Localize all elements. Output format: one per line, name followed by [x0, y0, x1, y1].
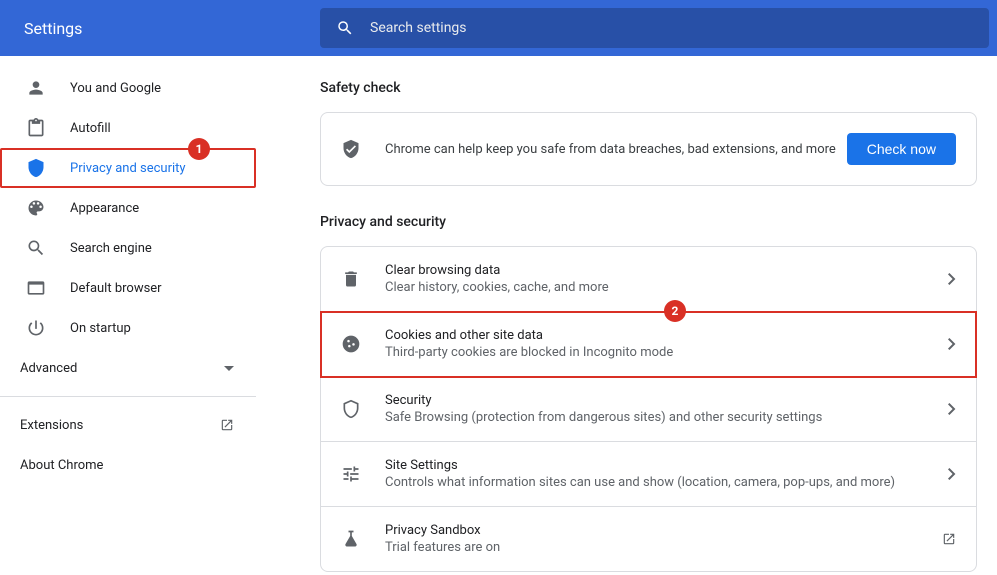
sidebar-item-privacy[interactable]: Privacy and security	[0, 148, 256, 188]
flask-icon	[341, 529, 361, 549]
sidebar-item-label: Autofill	[70, 121, 111, 136]
power-icon	[26, 318, 46, 338]
search-input[interactable]: Search settings	[320, 8, 989, 48]
highlight-1-wrap: Privacy and security 1	[0, 148, 256, 188]
row-sub: Safe Browsing (protection from dangerous…	[385, 410, 948, 425]
clipboard-icon	[26, 118, 46, 138]
browser-icon	[26, 278, 46, 298]
body: You and Google Autofill Privacy and secu…	[0, 56, 997, 575]
about-label: About Chrome	[20, 458, 103, 473]
chevron-right-icon	[948, 468, 956, 480]
palette-icon	[26, 198, 46, 218]
sidebar-item-default-browser[interactable]: Default browser	[0, 268, 256, 308]
divider	[0, 396, 256, 397]
sidebar-item-you-and-google[interactable]: You and Google	[0, 68, 256, 108]
sidebar-item-label: On startup	[70, 321, 131, 336]
external-link-icon	[220, 418, 234, 432]
sidebar: You and Google Autofill Privacy and secu…	[0, 56, 256, 575]
row-title: Security	[385, 393, 948, 408]
row-sub: Controls what information sites can use …	[385, 475, 948, 490]
person-icon	[26, 78, 46, 98]
sidebar-item-label: Search engine	[70, 241, 152, 256]
row-security[interactable]: Security Safe Browsing (protection from …	[321, 377, 976, 442]
safety-check-card: Chrome can help keep you safe from data …	[320, 112, 977, 186]
sidebar-item-label: Privacy and security	[70, 161, 186, 176]
privacy-list: Clear browsing data Clear history, cooki…	[320, 246, 977, 572]
annotation-badge-1: 1	[188, 138, 210, 160]
sidebar-item-search-engine[interactable]: Search engine	[0, 228, 256, 268]
page-title: Settings	[0, 19, 320, 38]
safety-desc: Chrome can help keep you safe from data …	[385, 142, 847, 157]
row-title: Clear browsing data	[385, 263, 948, 278]
sidebar-item-appearance[interactable]: Appearance	[0, 188, 256, 228]
search-icon	[336, 19, 354, 37]
sidebar-item-on-startup[interactable]: On startup	[0, 308, 256, 348]
row-title: Cookies and other site data	[385, 328, 948, 343]
row-site-settings[interactable]: Site Settings Controls what information …	[321, 442, 976, 507]
row-sub: Trial features are on	[385, 540, 942, 555]
shield-outline-icon	[341, 399, 361, 419]
row-sub: Third-party cookies are blocked in Incog…	[385, 345, 948, 360]
main-content: Safety check Chrome can help keep you sa…	[256, 56, 997, 575]
check-now-button[interactable]: Check now	[847, 133, 956, 165]
cookie-icon	[341, 334, 361, 354]
sidebar-item-label: Appearance	[70, 201, 139, 216]
header: Settings Search settings	[0, 0, 997, 56]
chevron-right-icon	[948, 403, 956, 415]
chevron-right-icon	[948, 338, 956, 350]
sidebar-item-label: Default browser	[70, 281, 162, 296]
extensions-label: Extensions	[20, 418, 83, 433]
shield-icon	[26, 158, 46, 178]
external-link-icon	[942, 532, 956, 546]
search-placeholder: Search settings	[370, 20, 467, 36]
trash-icon	[341, 269, 361, 289]
row-cookies[interactable]: Cookies and other site data Third-party …	[321, 312, 976, 377]
sidebar-item-label: You and Google	[70, 81, 161, 96]
row-privacy-sandbox[interactable]: Privacy Sandbox Trial features are on	[321, 507, 976, 571]
extensions-link[interactable]: Extensions	[0, 405, 256, 445]
advanced-label: Advanced	[20, 361, 77, 376]
row-clear-browsing-data[interactable]: Clear browsing data Clear history, cooki…	[321, 247, 976, 312]
privacy-section-title: Privacy and security	[320, 214, 977, 230]
shield-check-icon	[341, 139, 361, 159]
sidebar-item-autofill[interactable]: Autofill	[0, 108, 256, 148]
chevron-down-icon	[224, 366, 234, 371]
magnify-icon	[26, 238, 46, 258]
about-chrome-link[interactable]: About Chrome	[0, 445, 256, 485]
chevron-right-icon	[948, 273, 956, 285]
row-sub: Clear history, cookies, cache, and more	[385, 280, 948, 295]
advanced-toggle[interactable]: Advanced	[0, 348, 256, 388]
row-title: Privacy Sandbox	[385, 523, 942, 538]
annotation-badge-2: 2	[664, 300, 686, 322]
row-title: Site Settings	[385, 458, 948, 473]
safety-check-title: Safety check	[320, 80, 977, 96]
tune-icon	[341, 464, 361, 484]
